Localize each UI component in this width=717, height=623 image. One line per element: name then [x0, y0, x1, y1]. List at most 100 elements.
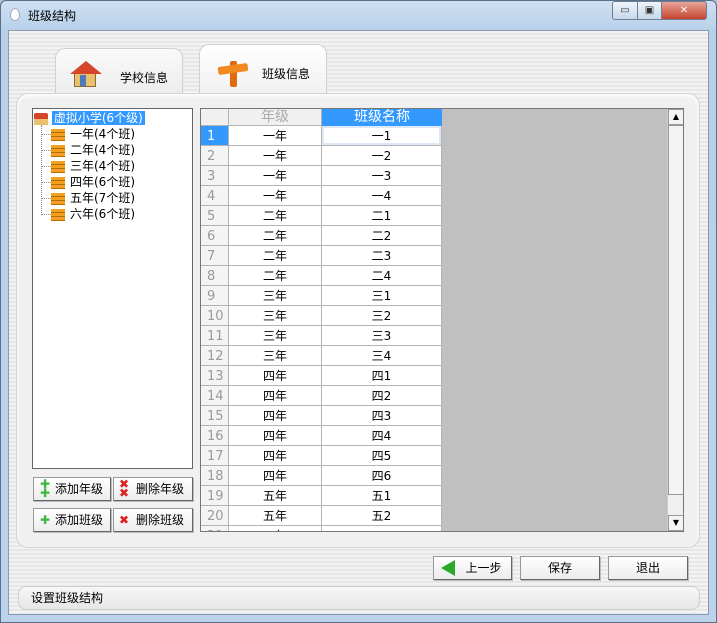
tree-root[interactable]: 虚拟小学(6个级)	[34, 110, 145, 126]
table-row[interactable]: 16 四年 四4	[201, 426, 442, 446]
table-row[interactable]: 19 五年 五1	[201, 486, 442, 506]
row-number[interactable]: 20	[201, 506, 229, 526]
row-number[interactable]: 6	[201, 226, 229, 246]
minimize-button[interactable]: ▭	[612, 1, 638, 20]
tree-node[interactable]: 一年(4个班)	[41, 126, 135, 142]
grade-cell[interactable]: 四年	[229, 446, 322, 466]
tree-node[interactable]: 四年(6个班)	[41, 174, 135, 190]
class-name-cell[interactable]: 五1	[322, 486, 442, 506]
row-number[interactable]: 5	[201, 206, 229, 226]
class-name-cell[interactable]: 二1	[322, 206, 442, 226]
tab-class-info[interactable]: 班级信息	[199, 44, 327, 96]
class-name-cell[interactable]: 二3	[322, 246, 442, 266]
previous-step-button[interactable]: 上一步	[433, 556, 512, 580]
class-name-cell[interactable]: 四2	[322, 386, 442, 406]
delete-grade-button[interactable]: ✖ ✖ 删除年级	[113, 477, 193, 501]
table-row[interactable]: 12 三年 三4	[201, 346, 442, 366]
row-number[interactable]: 17	[201, 446, 229, 466]
table-row[interactable]: 17 四年 四5	[201, 446, 442, 466]
grade-cell[interactable]: 二年	[229, 266, 322, 286]
grade-cell[interactable]: 四年	[229, 386, 322, 406]
table-row[interactable]: 20 五年 五2	[201, 506, 442, 526]
class-name-cell[interactable]: 三1	[322, 286, 442, 306]
grade-cell[interactable]: 四年	[229, 366, 322, 386]
class-name-cell[interactable]: 四4	[322, 426, 442, 446]
exit-button[interactable]: 退出	[608, 556, 688, 580]
scroll-up-button[interactable]: ▲	[668, 109, 683, 125]
grade-cell[interactable]: 四年	[229, 426, 322, 446]
class-name-cell[interactable]: 四6	[322, 466, 442, 486]
row-number[interactable]: 2	[201, 146, 229, 166]
tree-node[interactable]: 二年(4个班)	[41, 142, 135, 158]
grade-cell[interactable]: 二年	[229, 246, 322, 266]
grade-tree[interactable]: 虚拟小学(6个级) 一年(4个班) 二年(4个班) 三年(4个班) 四年(6个班) 五年…	[32, 108, 193, 469]
grade-cell[interactable]: 三年	[229, 306, 322, 326]
row-number[interactable]: 3	[201, 166, 229, 186]
row-number[interactable]: 12	[201, 346, 229, 366]
table-row[interactable]: 8 二年 二4	[201, 266, 442, 286]
tab-school-info[interactable]: 学校信息	[55, 48, 183, 96]
row-number[interactable]: 14	[201, 386, 229, 406]
class-name-cell[interactable]: 一1	[322, 126, 442, 146]
class-name-cell[interactable]: 四3	[322, 406, 442, 426]
grade-cell[interactable]: 五年	[229, 486, 322, 506]
table-row[interactable]: 6 二年 二2	[201, 226, 442, 246]
row-number[interactable]: 7	[201, 246, 229, 266]
grade-cell[interactable]: 四年	[229, 406, 322, 426]
grade-cell[interactable]: 三年	[229, 286, 322, 306]
class-name-cell[interactable]: 五3	[322, 526, 442, 531]
tree-node[interactable]: 六年(6个班)	[41, 206, 135, 222]
column-header-class-name[interactable]: 班级名称	[322, 109, 442, 126]
class-name-cell[interactable]: 五2	[322, 506, 442, 526]
class-name-cell[interactable]: 一4	[322, 186, 442, 206]
grade-cell[interactable]: 二年	[229, 206, 322, 226]
vertical-scrollbar[interactable]: ▲ ▼	[667, 109, 683, 531]
table-row[interactable]: 7 二年 二3	[201, 246, 442, 266]
grade-cell[interactable]: 二年	[229, 226, 322, 246]
table-row[interactable]: 9 三年 三1	[201, 286, 442, 306]
grade-cell[interactable]: 一年	[229, 186, 322, 206]
table-row[interactable]: 1 一年 一1	[201, 126, 442, 146]
table-row[interactable]: 5 二年 二1	[201, 206, 442, 226]
row-number[interactable]: 21	[201, 526, 229, 531]
row-number[interactable]: 9	[201, 286, 229, 306]
grade-cell[interactable]: 五年	[229, 506, 322, 526]
add-class-button[interactable]: ✚ 添加班级	[33, 508, 111, 532]
grade-cell[interactable]: 三年	[229, 346, 322, 366]
grade-cell[interactable]: 一年	[229, 126, 322, 146]
row-number[interactable]: 13	[201, 366, 229, 386]
class-name-cell[interactable]: 二4	[322, 266, 442, 286]
grade-cell[interactable]: 三年	[229, 326, 322, 346]
row-number[interactable]: 1	[201, 126, 229, 146]
delete-class-button[interactable]: ✖ 删除班级	[113, 508, 193, 532]
class-name-cell[interactable]: 三4	[322, 346, 442, 366]
table-row[interactable]: 18 四年 四6	[201, 466, 442, 486]
row-number[interactable]: 11	[201, 326, 229, 346]
tree-node[interactable]: 五年(7个班)	[41, 190, 135, 206]
row-number[interactable]: 15	[201, 406, 229, 426]
row-number[interactable]: 19	[201, 486, 229, 506]
add-grade-button[interactable]: ✚ ✚ 添加年级	[33, 477, 111, 501]
scroll-down-button[interactable]: ▼	[668, 515, 683, 531]
grade-cell[interactable]: 四年	[229, 466, 322, 486]
table-row[interactable]: 4 一年 一4	[201, 186, 442, 206]
maximize-button[interactable]: ▣	[637, 1, 662, 20]
class-name-cell[interactable]: 二2	[322, 226, 442, 246]
class-grid[interactable]: 年级 班级名称 1 一年 一1 2 一年 一2 3 一年 一3 4 一年 一4 5 二年 二1 6 二年 二2 7 二…	[200, 108, 684, 532]
close-button[interactable]: ✕	[661, 1, 707, 20]
tree-node[interactable]: 三年(4个班)	[41, 158, 135, 174]
class-name-cell[interactable]: 三2	[322, 306, 442, 326]
grade-cell[interactable]: 五年	[229, 526, 322, 531]
table-row[interactable]: 10 三年 三2	[201, 306, 442, 326]
class-name-cell[interactable]: 四1	[322, 366, 442, 386]
row-number[interactable]: 4	[201, 186, 229, 206]
table-row[interactable]: 11 三年 三3	[201, 326, 442, 346]
table-row[interactable]: 15 四年 四3	[201, 406, 442, 426]
table-row[interactable]: 2 一年 一2	[201, 146, 442, 166]
save-button[interactable]: 保存	[520, 556, 600, 580]
class-name-cell[interactable]: 一3	[322, 166, 442, 186]
class-name-cell[interactable]: 三3	[322, 326, 442, 346]
row-number[interactable]: 16	[201, 426, 229, 446]
class-name-cell[interactable]: 四5	[322, 446, 442, 466]
row-number[interactable]: 18	[201, 466, 229, 486]
